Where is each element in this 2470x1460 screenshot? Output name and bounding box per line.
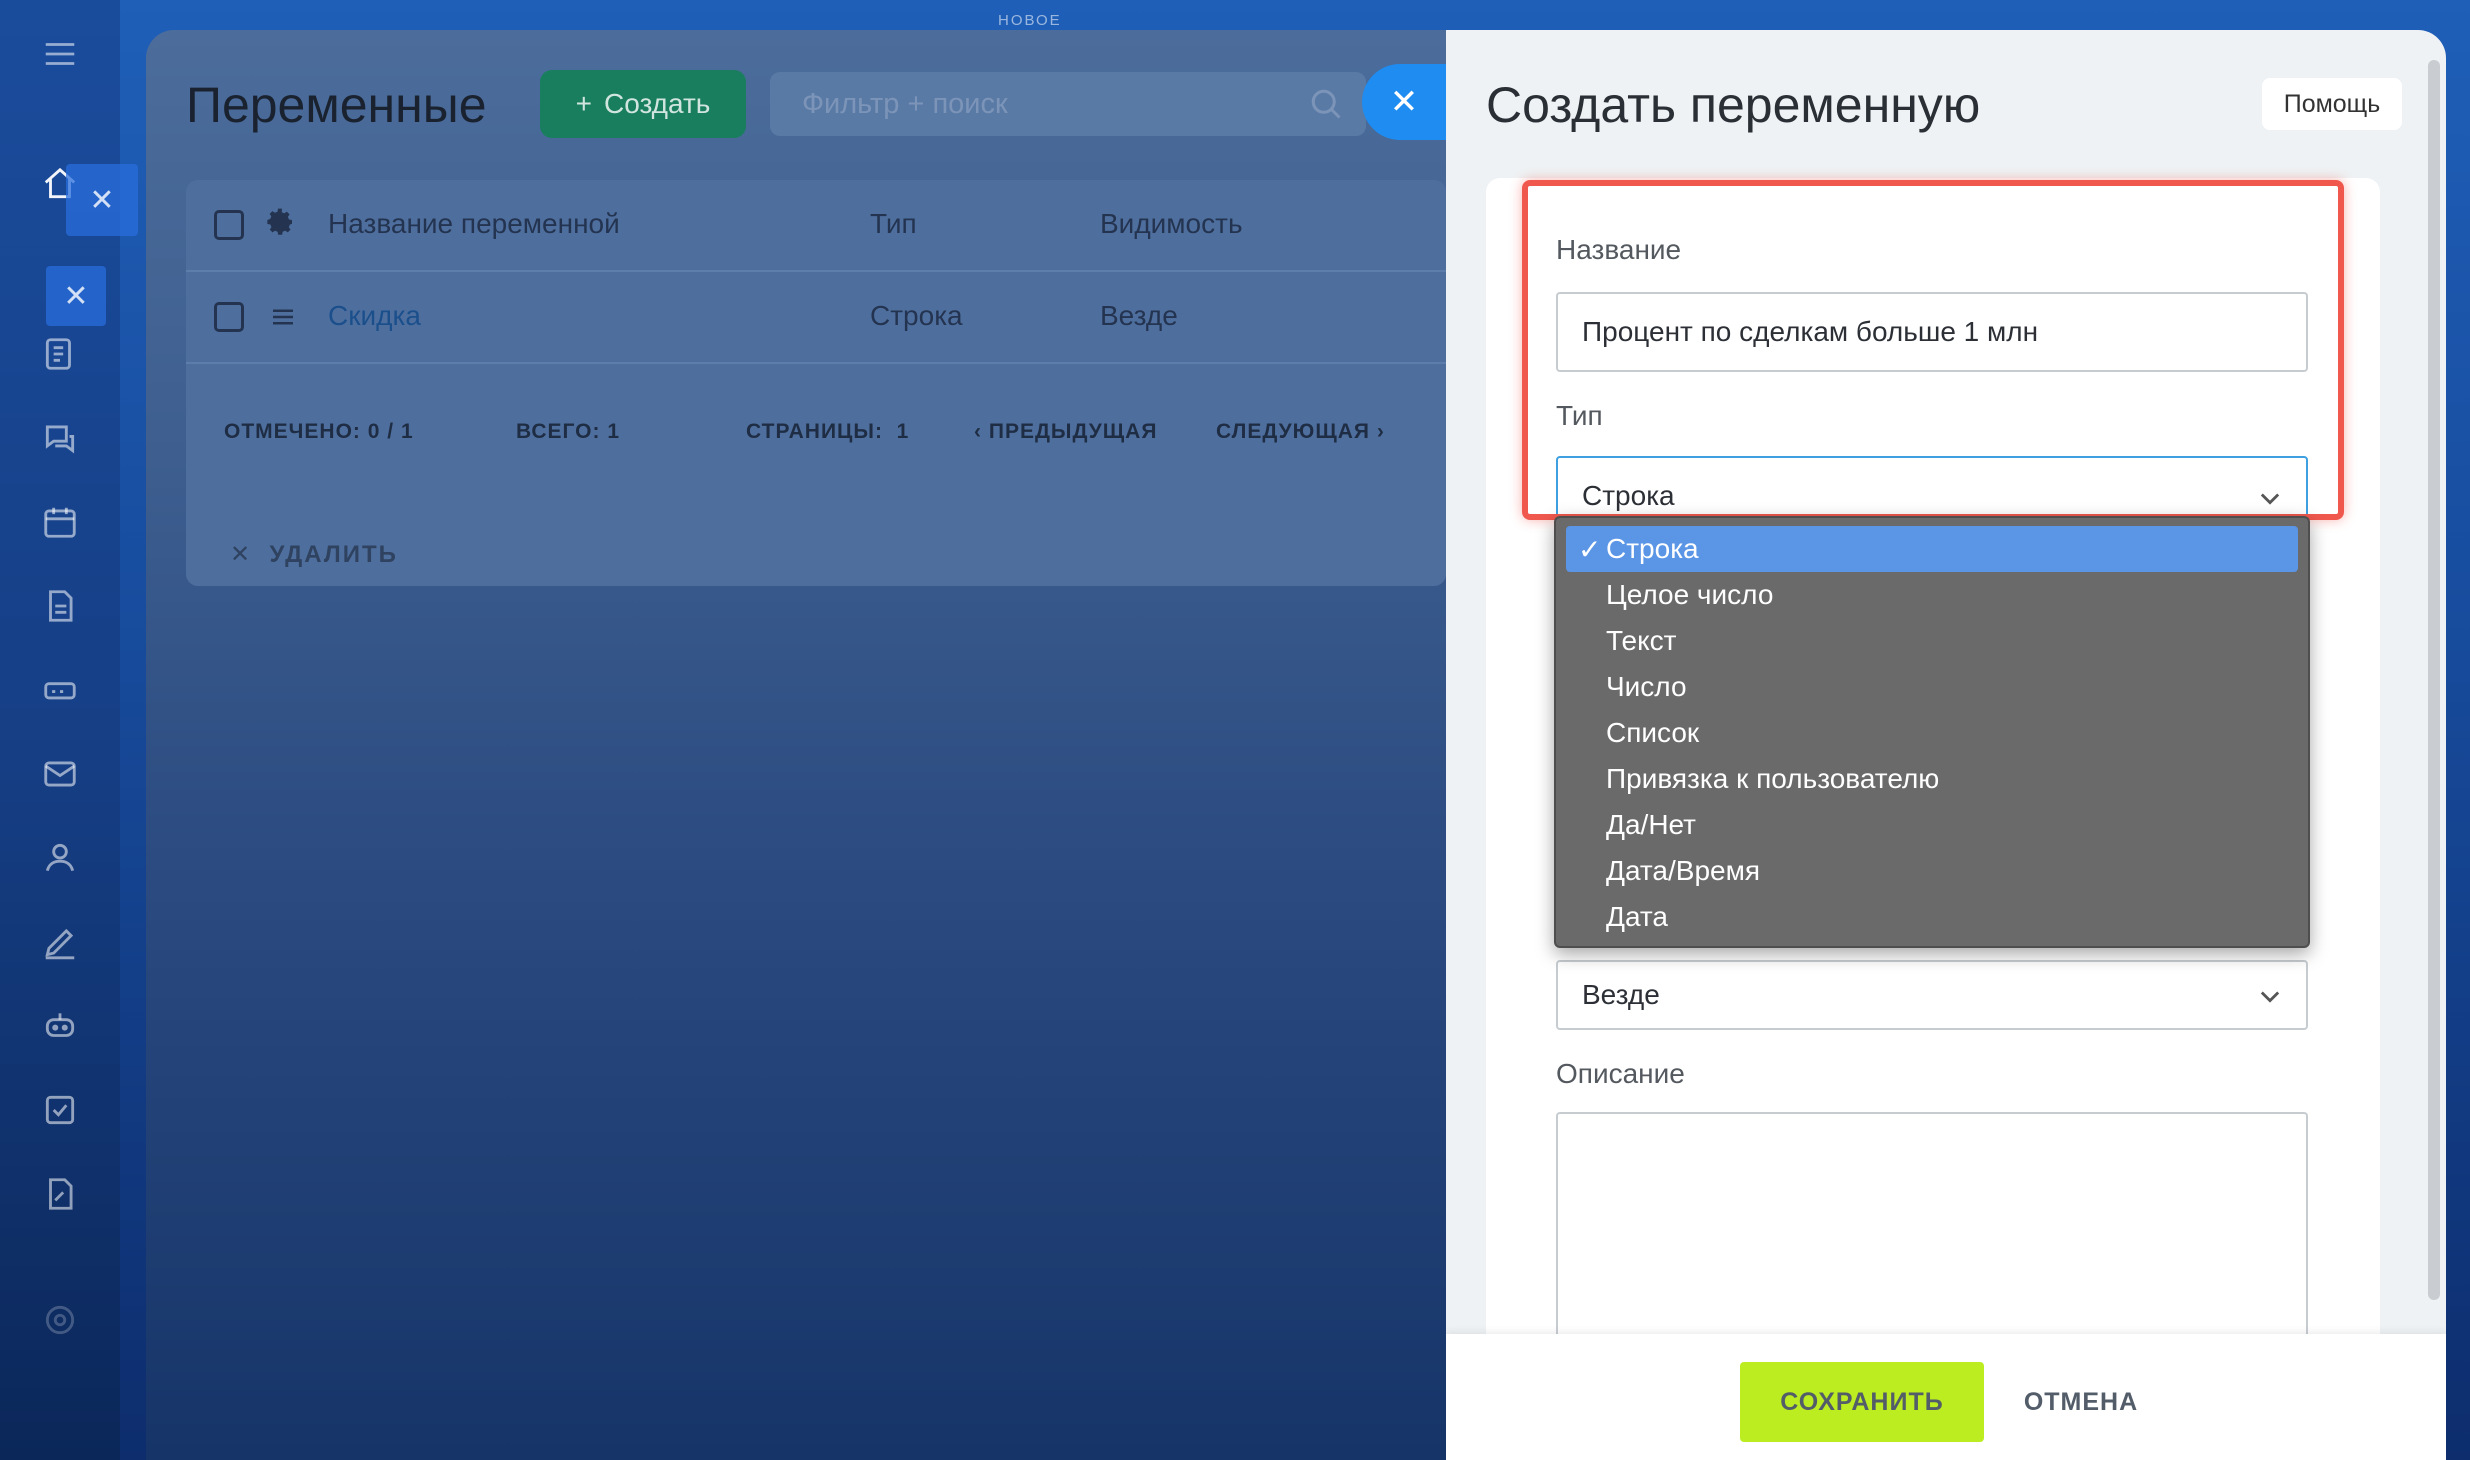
type-dropdown-list: ✓ Строка Целое число Текст Число Список … [1554,516,2310,948]
select-all-checkbox[interactable] [214,210,244,240]
description-textarea[interactable] [1556,1112,2308,1372]
rail-close-icon[interactable]: ✕ [66,164,138,236]
type-option[interactable]: ✓ Строка [1566,526,2298,572]
users-icon[interactable] [36,834,84,882]
prev-page-link[interactable]: ‹ ПРЕДЫДУЩАЯ [974,420,1157,444]
edit-doc-icon[interactable] [36,1170,84,1218]
close-icon: ✕ [1389,83,1419,121]
pages-count: СТРАНИЦЫ: 1 [746,420,910,443]
visibility-select-value: Везде [1582,979,1660,1010]
visibility-select[interactable]: Везде [1556,960,2308,1030]
search-icon[interactable] [1308,86,1344,122]
total-count: ВСЕГО: 1 [516,420,621,443]
type-option[interactable]: Дата/Время [1566,848,2298,894]
col-visibility-header[interactable]: Видимость [1100,208,1243,240]
robot-icon[interactable] [36,1002,84,1050]
chevron-left-icon: ‹ [974,420,982,443]
chevron-right-icon: › [1376,420,1385,443]
row-checkbox[interactable] [214,302,244,332]
drive-icon[interactable] [36,666,84,714]
table-row: Скидка Строка Везде [186,272,1446,364]
filter-search-input[interactable]: Фильтр + поиск [770,72,1366,136]
type-option[interactable]: Дата [1566,894,2298,940]
sign-icon[interactable] [36,918,84,966]
type-option[interactable]: Целое число [1566,572,2298,618]
slider-scrollbar[interactable] [2428,60,2440,1300]
create-button[interactable]: + Создать [540,70,746,138]
create-button-label: Создать [603,88,711,119]
variable-visibility: Везде [1100,300,1178,331]
document-icon[interactable] [36,582,84,630]
delete-action[interactable]: ✕ УДАЛИТЬ [230,540,398,569]
type-option[interactable]: Привязка к пользователю [1566,756,2298,802]
chat-icon[interactable] [36,414,84,462]
calendar-icon[interactable] [36,498,84,546]
top-label: НОВОЕ [998,12,1062,29]
news-icon[interactable] [36,330,84,378]
type-option[interactable]: Число [1566,664,2298,710]
help-button[interactable]: Помощь [2262,78,2402,130]
variable-name-link[interactable]: Скидка [328,300,421,332]
slider-title: Создать переменную [1486,77,1981,133]
plus-icon: + [575,88,592,119]
drag-handle-icon[interactable] [268,302,298,339]
menu-icon[interactable] [36,30,84,78]
close-slider-button[interactable]: ✕ [1362,64,1446,140]
settings-icon[interactable] [36,1296,84,1344]
page-title: Переменные [186,77,487,133]
selected-count: ОТМЕЧЕНО: 0 / 1 [224,420,414,443]
variable-type: Строка [870,300,963,331]
variables-page: Переменные + Создать Фильтр + поиск Назв… [146,30,1446,1460]
close-icon: ✕ [230,541,253,568]
variables-table: Название переменной Тип Видимость Скидка… [186,180,1446,586]
col-name-header[interactable]: Название переменной [328,208,620,240]
type-option[interactable]: Список [1566,710,2298,756]
checkmark-icon: ✓ [1578,533,1602,565]
cancel-button[interactable]: ОТМЕНА [2006,1362,2156,1442]
type-option[interactable]: Да/Нет [1566,802,2298,848]
filter-placeholder: Фильтр + поиск [802,87,1008,120]
slider-footer: СОХРАНИТЬ ОТМЕНА [1446,1334,2446,1460]
description-label: Описание [1556,1058,1685,1089]
highlight-frame [1522,180,2344,520]
gear-icon[interactable] [264,206,296,245]
mail-icon[interactable] [36,750,84,798]
rail-close-icon-2[interactable]: ✕ [46,266,106,326]
chevron-down-icon [2260,991,2280,1003]
col-type-header[interactable]: Тип [870,208,917,240]
table-header: Название переменной Тип Видимость [186,180,1446,272]
next-page-link[interactable]: СЛЕДУЮЩАЯ › [1216,420,1385,444]
tasks-icon[interactable] [36,1086,84,1134]
type-option[interactable]: Текст [1566,618,2298,664]
save-button[interactable]: СОХРАНИТЬ [1740,1362,1984,1442]
